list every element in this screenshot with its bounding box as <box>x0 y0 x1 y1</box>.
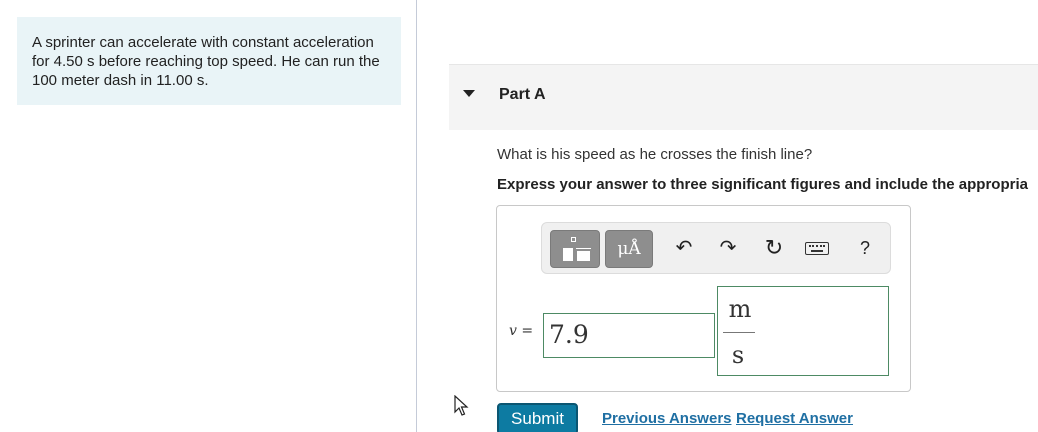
variable-symbol: v <box>509 323 517 339</box>
column-divider <box>416 0 417 432</box>
math-toolbar: μÅ ↶ ↷ ↻ ? <box>541 222 891 274</box>
keyboard-icon[interactable] <box>805 235 831 261</box>
part-a-header[interactable]: Part A <box>449 64 1038 130</box>
keyboard-shape <box>805 242 829 255</box>
fraction-bar <box>723 332 755 333</box>
unit-numerator[interactable]: m <box>718 295 762 323</box>
part-title: Part A <box>499 86 546 103</box>
answer-value-input[interactable]: 7.9 <box>543 313 715 358</box>
question-text: What is his speed as he crosses the fini… <box>497 146 813 163</box>
request-answer-link[interactable]: Request Answer <box>736 410 853 427</box>
unit-denominator[interactable]: s <box>718 341 758 369</box>
reset-icon[interactable]: ↻ <box>761 235 787 261</box>
mouse-pointer-icon <box>454 395 469 416</box>
units-button[interactable]: μÅ <box>605 230 653 268</box>
unit-input[interactable]: m s <box>717 286 889 376</box>
instruction-text: Express your answer to three significant… <box>497 176 1028 193</box>
problem-statement: A sprinter can accelerate with constant … <box>17 17 401 105</box>
equals-sign: = <box>516 323 534 339</box>
submit-button[interactable]: Submit <box>497 403 578 432</box>
templates-icon-part <box>571 237 576 242</box>
previous-answers-link[interactable]: Previous Answers <box>602 410 732 427</box>
help-button[interactable]: ? <box>852 235 878 261</box>
undo-icon[interactable]: ↶ <box>671 235 697 261</box>
redo-icon[interactable]: ↷ <box>715 235 741 261</box>
collapse-caret-icon[interactable] <box>463 90 475 97</box>
templates-button[interactable] <box>550 230 600 268</box>
templates-icon-part <box>577 251 590 261</box>
templates-icon <box>563 248 573 261</box>
templates-icon-part <box>576 248 591 249</box>
variable-label: v = <box>509 323 533 339</box>
problem-text: A sprinter can accelerate with constant … <box>32 34 380 89</box>
